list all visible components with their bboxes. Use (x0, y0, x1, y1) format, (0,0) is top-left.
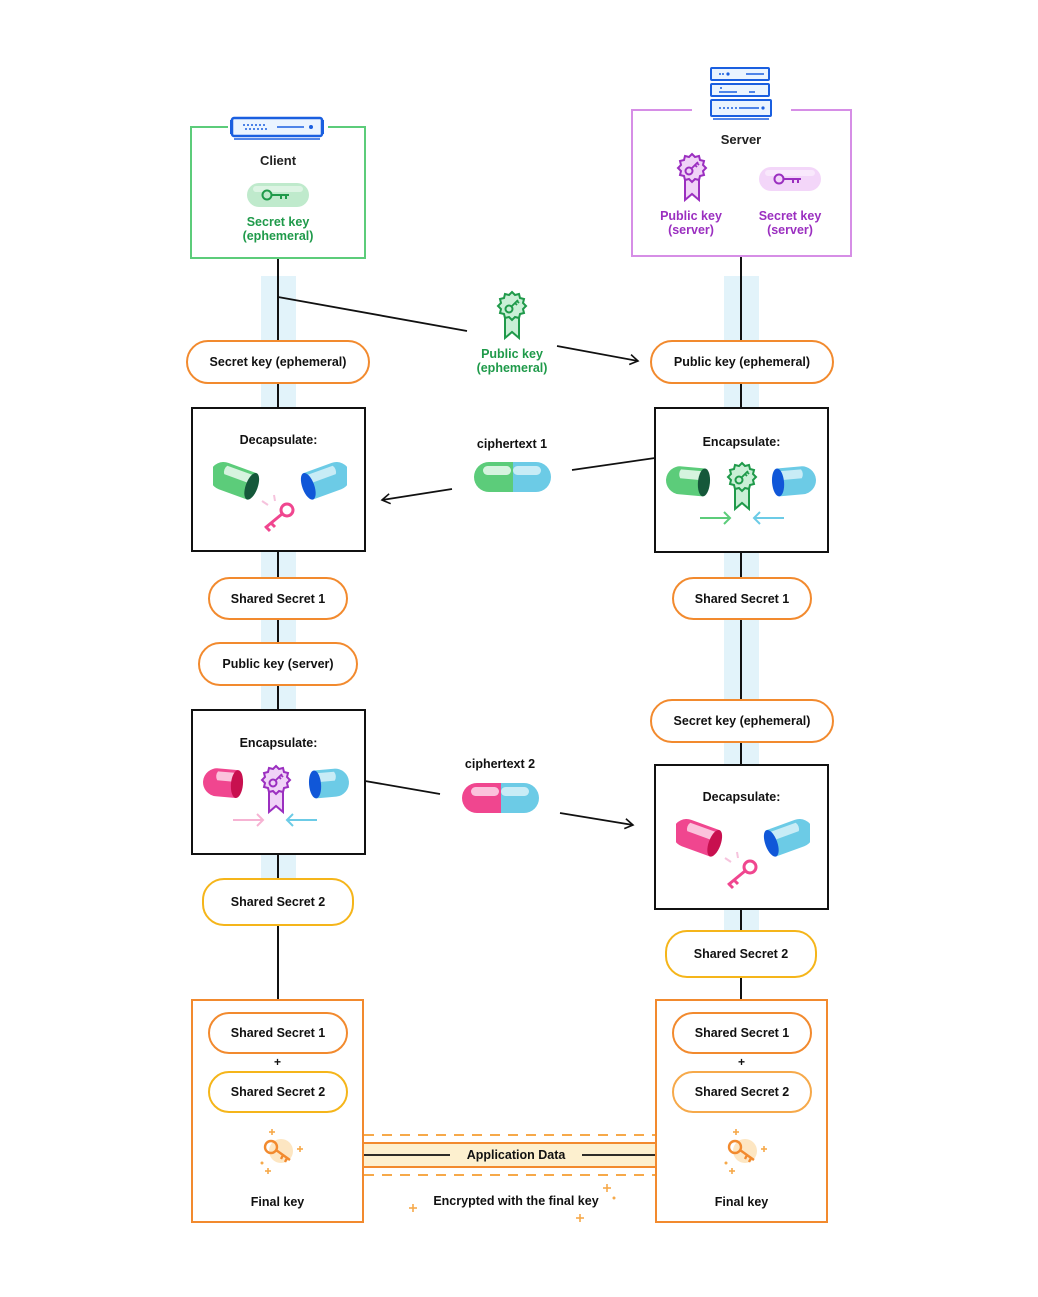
ct2-line-b (559, 812, 635, 830)
client-final-key-box: Shared Secret 1 + Shared Secret 2 Final … (191, 999, 364, 1223)
server-final-key-icon (724, 1129, 767, 1174)
client-final-key-label: Final key (250, 1195, 305, 1209)
client-encapsulate-title: Encapsulate: (239, 736, 318, 750)
server-secret-key-ephemeral: Secret key (ephemeral) (650, 699, 834, 743)
server-final-shared-secret-1: Shared Secret 1 (672, 1012, 812, 1054)
server-public-key-label: Public key (server) (660, 209, 722, 237)
decapsulate-capsule-icon (213, 462, 347, 533)
client-shared-secret-1: Shared Secret 1 (208, 577, 348, 620)
application-data-label: Application Data (466, 1148, 566, 1162)
server-final-shared-secret-2: Shared Secret 2 (672, 1071, 812, 1113)
ct2-line-a (364, 780, 441, 795)
server-secret-key-icon (759, 167, 821, 191)
client-decapsulate-box: Decapsulate: (191, 407, 366, 552)
client-public-key-server: Public key (server) (198, 642, 358, 686)
server-final-plus: + (737, 1055, 745, 1069)
application-data-caption: Encrypted with the final key (433, 1194, 599, 1208)
encapsulate-pink-capsule-icon (203, 764, 349, 827)
server-final-key-box: Shared Secret 1 + Shared Secret 2 Final … (655, 999, 828, 1223)
client-final-shared-secret-1: Shared Secret 1 (208, 1012, 348, 1054)
encapsulate-green-capsule-icon (666, 461, 816, 525)
server-decapsulate-box: Decapsulate: (654, 764, 829, 910)
pk-transfer-line-b (556, 345, 640, 366)
server-rack-icon (710, 67, 772, 120)
decapsulate-pink-capsule-icon (676, 819, 810, 890)
server-shared-secret-1: Shared Secret 1 (672, 577, 812, 620)
ciphertext-1-capsule-icon (474, 462, 551, 492)
ct1-line-b (380, 488, 453, 505)
server-public-key-icon (676, 152, 708, 203)
client-shared-secret-2: Shared Secret 2 (202, 878, 354, 926)
client-secret-key-icon (247, 183, 309, 207)
server-public-key-ephemeral: Public key (ephemeral) (650, 340, 834, 384)
ephemeral-public-key-icon (496, 290, 528, 341)
client-final-plus: + (273, 1055, 281, 1069)
client-device-icon (230, 116, 324, 140)
server-shared-secret-2: Shared Secret 2 (665, 930, 817, 978)
ciphertext-1-label: ciphertext 1 (476, 437, 548, 451)
client-encapsulate-box: Encapsulate: (191, 709, 366, 855)
ephemeral-public-key-label: Public key (ephemeral) (476, 347, 548, 375)
server-final-key-label: Final key (714, 1195, 769, 1209)
client-decapsulate-title: Decapsulate: (239, 433, 318, 447)
ciphertext-2-label: ciphertext 2 (464, 757, 536, 771)
pk-transfer-line-a (277, 296, 468, 332)
client-title: Client (259, 153, 297, 168)
server-title: Server (720, 132, 762, 147)
client-secret-key-label: Secret key (ephemeral) (242, 215, 314, 243)
client-final-shared-secret-2: Shared Secret 2 (208, 1071, 348, 1113)
ciphertext-2-capsule-icon (462, 783, 539, 813)
server-secret-key-label: Secret key (server) (758, 209, 822, 237)
server-encapsulate-title: Encapsulate: (702, 435, 781, 449)
client-secret-key-ephemeral: Secret key (ephemeral) (186, 340, 370, 384)
server-encapsulate-box: Encapsulate: (654, 407, 829, 553)
client-final-key-icon (260, 1129, 303, 1174)
server-decapsulate-title: Decapsulate: (702, 790, 781, 804)
connectors-layer (261, 256, 759, 1222)
ct1-line-a (571, 457, 656, 471)
